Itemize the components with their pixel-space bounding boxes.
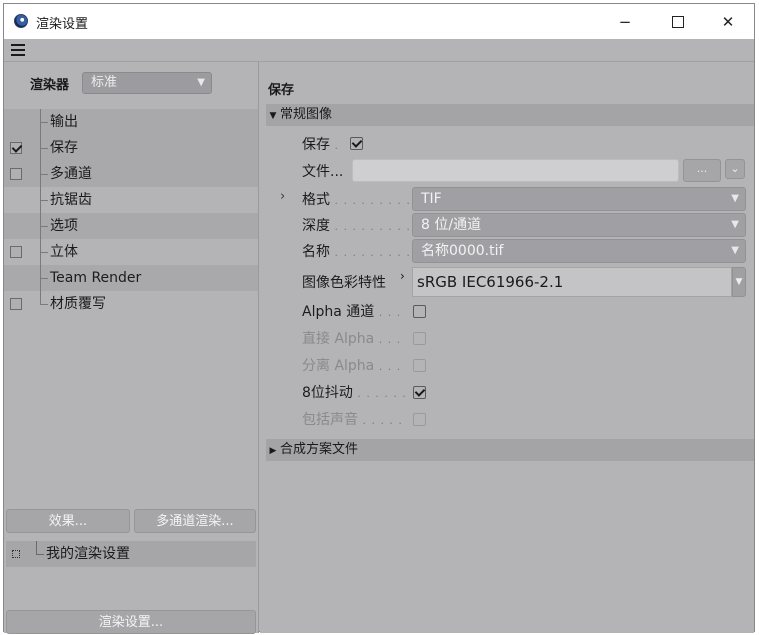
tree-item-save[interactable]: 保存 — [4, 135, 258, 161]
maximize-button[interactable] — [654, 4, 702, 39]
depth-dropdown[interactable]: 8 位/通道 ▼ — [412, 213, 746, 237]
chevron-down-icon: ⌄ — [730, 162, 740, 175]
chevron-right-icon[interactable]: › — [280, 189, 285, 204]
name-value: 名称0000.tif — [421, 243, 504, 259]
tree-item-label: Team Render — [50, 270, 142, 286]
format-value: TIF — [421, 191, 442, 207]
browse-file-button[interactable]: ... — [683, 159, 721, 182]
tree-item-multipass[interactable]: 多通道 — [4, 161, 258, 187]
window-title: 渲染设置 — [36, 17, 89, 32]
multipass-render-button[interactable]: 多通道渲染... — [134, 509, 256, 533]
triangle-down-icon: ▼ — [269, 111, 277, 121]
tree-item-label: 保存 — [50, 140, 78, 156]
file-options-button[interactable]: ⌄ — [725, 159, 745, 179]
tree-item-label: 多通道 — [50, 166, 92, 182]
tree-item-label: 输出 — [50, 114, 78, 130]
file-label: 文件... — [302, 164, 344, 180]
file-path-input[interactable] — [352, 159, 679, 182]
tree-item-label: 立体 — [50, 244, 78, 260]
group-label: 合成方案文件 — [280, 442, 359, 457]
alpha-channel-label: Alpha 通道 . . . — [302, 304, 402, 320]
left-bottom-buttons: 效果... 多通道渲染... — [6, 509, 256, 533]
close-icon: ✕ — [721, 12, 735, 31]
color-profile-dropdown-button[interactable]: ▼ — [732, 267, 746, 297]
effects-button[interactable]: 效果... — [6, 509, 130, 533]
include-sound-checkbox[interactable] — [413, 413, 426, 426]
dithering-checkbox[interactable] — [413, 386, 426, 399]
settings-tree: 输出 保存 多通道 抗锯齿 选项 立体 Team Render 材质覆写 — [4, 109, 258, 317]
left-panel: 渲染器 标准 ▼ 输出 保存 多通道 抗锯齿 选项 立体 Team Render… — [4, 62, 259, 634]
chevron-down-icon: ▼ — [735, 277, 743, 287]
tree-item-material-override[interactable]: 材质覆写 — [4, 291, 258, 317]
minimize-button[interactable]: − — [601, 4, 649, 39]
chevron-down-icon: ▼ — [731, 245, 739, 256]
renderer-select[interactable]: 标准 ▼ — [82, 72, 212, 94]
tree-item-stereo[interactable]: 立体 — [4, 239, 258, 265]
tree-item-team-render[interactable]: Team Render — [4, 265, 258, 291]
group-header-regular-image[interactable]: ▼ 常规图像 — [266, 104, 754, 126]
material-override-enable-checkbox[interactable] — [10, 298, 22, 310]
render-settings-window: 渲染设置 − ✕ 渲染器 标准 ▼ 输出 保存 多通道 抗锯齿 选项 立体 Te… — [3, 3, 755, 634]
dithering-label: 8位抖动 . . . . . . — [302, 385, 407, 401]
preset-item-my-render-settings[interactable]: 我的渲染设置 — [6, 541, 256, 567]
render-settings-button[interactable]: 渲染设置... — [6, 610, 256, 634]
section-title: 保存 — [268, 83, 295, 98]
format-label: 格式 . . . . . . . . . — [302, 192, 411, 208]
renderer-value: 标准 — [91, 75, 118, 90]
tree-item-label: 选项 — [50, 218, 78, 234]
color-profile-field[interactable]: sRGB IEC61966-2.1 — [412, 267, 732, 297]
menu-bar — [4, 39, 754, 62]
cinema4d-app-icon — [14, 14, 28, 28]
chevron-down-icon: ▼ — [731, 193, 739, 204]
depth-value: 8 位/通道 — [421, 217, 482, 233]
stereo-enable-checkbox[interactable] — [10, 246, 22, 258]
tree-item-antialiasing[interactable]: 抗锯齿 — [4, 187, 258, 213]
save-enable-checkbox[interactable] — [10, 142, 22, 154]
maximize-icon — [672, 15, 684, 28]
title-bar: 渲染设置 − ✕ — [4, 4, 754, 39]
straight-alpha-label: 直接 Alpha . . . — [302, 331, 402, 347]
multipass-enable-checkbox[interactable] — [10, 168, 22, 180]
format-dropdown[interactable]: TIF ▼ — [412, 187, 746, 211]
chevron-down-icon: ▼ — [197, 77, 205, 88]
depth-label: 深度 . . . . . . . . . — [302, 218, 411, 234]
triangle-right-icon: ▶ — [269, 446, 277, 456]
save-label: 保存 . — [302, 137, 339, 153]
preset-label: 我的渲染设置 — [46, 546, 130, 562]
tree-item-output[interactable]: 输出 — [4, 109, 258, 135]
separate-alpha-checkbox[interactable] — [413, 359, 426, 372]
renderer-label: 渲染器 — [30, 78, 70, 93]
hamburger-menu-icon[interactable] — [11, 44, 25, 56]
color-profile-label: 图像色彩特性 — [302, 275, 386, 291]
minimize-icon: − — [618, 12, 632, 31]
name-label: 名称 . . . . . . . . . — [302, 244, 411, 260]
alpha-channel-checkbox[interactable] — [413, 305, 426, 318]
color-profile-value: sRGB IEC61966-2.1 — [417, 273, 564, 291]
save-settings-panel: 保存 ▼ 常规图像 保存 . 文件... ... ⌄ › 格式 . . . . .… — [260, 62, 754, 633]
name-dropdown[interactable]: 名称0000.tif ▼ — [412, 239, 746, 263]
include-sound-label: 包括声音 . . . . . — [302, 412, 403, 428]
chevron-down-icon: ▼ — [731, 219, 739, 230]
save-checkbox[interactable] — [350, 137, 363, 150]
group-label: 常规图像 — [280, 107, 333, 122]
close-button[interactable]: ✕ — [704, 4, 752, 39]
tree-item-options[interactable]: 选项 — [4, 213, 258, 239]
straight-alpha-checkbox[interactable] — [413, 332, 426, 345]
chevron-right-icon[interactable]: › — [400, 269, 405, 283]
separate-alpha-label: 分离 Alpha . . . — [302, 358, 402, 374]
group-header-compositing-project-file[interactable]: ▶ 合成方案文件 — [266, 439, 754, 461]
tree-item-label: 材质覆写 — [50, 296, 106, 312]
preset-dotted-icon — [12, 550, 20, 558]
tree-item-label: 抗锯齿 — [50, 192, 92, 208]
